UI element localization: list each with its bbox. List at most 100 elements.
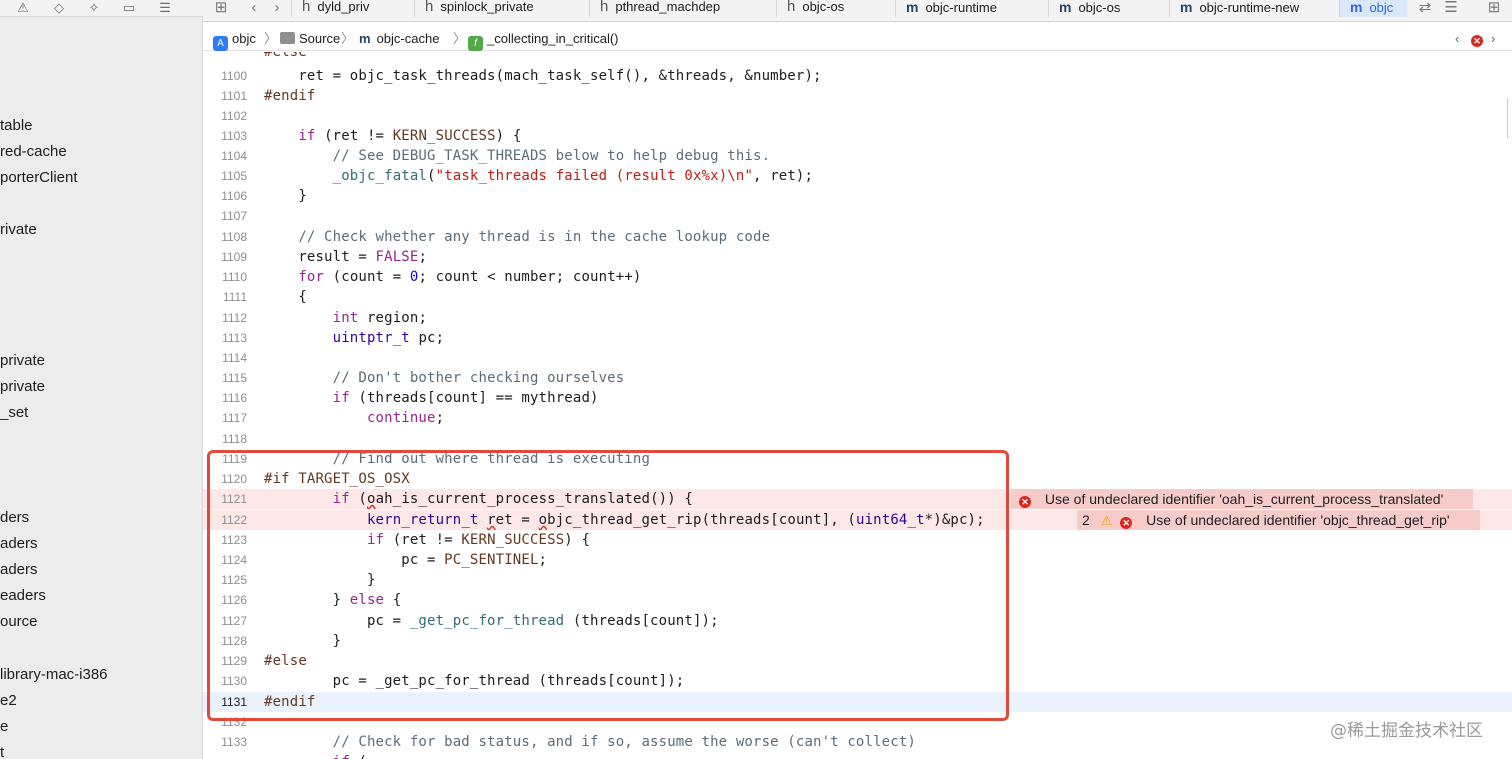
- code-text: #else: [264, 52, 307, 60]
- nav-item[interactable]: private: [0, 377, 45, 397]
- objc-source-icon: m: [1059, 0, 1072, 15]
- code-text: continue;: [366, 410, 445, 426]
- breakpoint-diamond-icon[interactable]: ◇: [51, 1, 67, 15]
- tab-objc-os-m[interactable]: m objc-os: [1048, 0, 1148, 17]
- tab-pthread-machdep[interactable]: h pthread_machdep: [589, 0, 754, 17]
- next-issue-icon[interactable]: ›: [1491, 30, 1495, 47]
- scrollbar[interactable]: [1507, 98, 1512, 138]
- code-text: _objc_fatal("task_threads failed (result…: [332, 168, 814, 184]
- tab-objc-runtime-new[interactable]: m objc-runtime-new: [1169, 0, 1339, 17]
- code-line: 1120 #if TARGET_OS_OSX: [203, 469, 1512, 489]
- code-text: #else: [264, 653, 307, 669]
- error-icon: ✕: [1471, 35, 1483, 47]
- jump-file[interactable]: m objc-cache: [359, 30, 439, 47]
- nav-item[interactable]: porterClient: [0, 168, 78, 188]
- code-text: #if TARGET_OS_OSX: [264, 471, 410, 487]
- line-number: 1105: [221, 169, 247, 183]
- nav-item[interactable]: aders: [0, 560, 38, 580]
- prev-issue-icon[interactable]: ‹: [1455, 30, 1459, 47]
- code-line: 1130 pc = _get_pc_for_thread (threads[co…: [203, 671, 1512, 691]
- jump-bar: Aobjc 〉 Source 〉 m objc-cache 〉 f _collect…: [203, 25, 1512, 51]
- line-number: 1124: [221, 553, 247, 567]
- objc-source-icon: m: [1180, 0, 1193, 15]
- warning-icon[interactable]: ⚠: [15, 1, 31, 15]
- code-line: 1103 if (ret != KERN_SUCCESS) {: [203, 126, 1512, 146]
- nav-item[interactable]: private: [0, 351, 45, 371]
- line-number: 1107: [221, 209, 247, 223]
- code-text: pc = _get_pc_for_thread (threads[count])…: [264, 673, 685, 689]
- code-text: // Don't bother checking ourselves: [264, 370, 625, 386]
- tab-spinlock-private[interactable]: h spinlock_private: [414, 0, 564, 17]
- nav-item[interactable]: e2: [0, 691, 17, 711]
- line-number: 1127: [221, 614, 247, 628]
- header-file-icon: h: [787, 0, 796, 15]
- code-line: 1105 _objc_fatal("task_threads failed (r…: [203, 166, 1512, 186]
- tab-objc-runtime[interactable]: m objc-runtime: [895, 0, 1030, 17]
- jump-function-label: _collecting_in_critical(): [487, 31, 619, 46]
- jump-project[interactable]: Aobjc: [213, 30, 256, 51]
- tab-label: objc: [1369, 0, 1394, 15]
- code-line: 1119 // Find out where thread is executi…: [203, 449, 1512, 469]
- code-line-current: 1131 #endif: [203, 692, 1512, 712]
- code-text: if (oah_is_current_process_translated())…: [332, 491, 693, 507]
- source-editor[interactable]: #else 1100 ret = objc_task_threads(mach_…: [203, 52, 1512, 759]
- nav-item[interactable]: aders: [0, 534, 38, 554]
- line-number: 1116: [222, 391, 247, 405]
- code-line: 1108 // Check whether any thread is in t…: [203, 227, 1512, 247]
- forward-chevron-icon[interactable]: ›: [270, 0, 284, 17]
- code-line: 1112 int region;: [203, 308, 1512, 328]
- add-editor-icon[interactable]: ⊞: [1485, 0, 1503, 17]
- tab-label: dyld_priv: [317, 0, 370, 14]
- line-number: 1108: [221, 230, 247, 244]
- nav-item[interactable]: table: [0, 116, 33, 136]
- nav-item[interactable]: ders: [0, 508, 29, 528]
- nav-item[interactable]: e: [0, 717, 8, 737]
- issue-count: 2: [1082, 512, 1090, 528]
- code-text: if (: [264, 752, 367, 759]
- related-items-icon[interactable]: ⇄: [1416, 0, 1434, 17]
- chevron-right-icon: 〉: [341, 31, 355, 46]
- code-text: pc = _get_pc_for_thread (threads[count])…: [264, 613, 719, 629]
- code-line: 1106 }: [203, 186, 1512, 206]
- line-number: 1128: [221, 634, 247, 648]
- nav-item[interactable]: eaders: [0, 586, 46, 606]
- jump-folder[interactable]: Source: [280, 30, 340, 47]
- tab-label: objc-runtime-new: [1199, 0, 1300, 15]
- jump-project-label: objc: [232, 31, 256, 46]
- line-number: 1132: [221, 715, 247, 729]
- editor-options-icon[interactable]: ☰: [1440, 0, 1462, 17]
- code-line: if (: [203, 752, 1512, 759]
- tab-dyld-priv[interactable]: h dyld_priv: [291, 0, 394, 17]
- line-number: 1101: [221, 89, 247, 103]
- back-chevron-icon[interactable]: ‹: [247, 0, 261, 17]
- error-annotation[interactable]: 2 ⚠ ✕ Use of undeclared identifier 'objc…: [1077, 510, 1480, 530]
- nav-item[interactable]: library-mac-i386: [0, 665, 108, 685]
- grid-icon[interactable]: ⊞: [213, 0, 229, 17]
- line-number: 1131: [221, 695, 247, 709]
- nav-item[interactable]: red-cache: [0, 142, 67, 162]
- nav-item[interactable]: rivate: [0, 220, 37, 240]
- tag-icon[interactable]: ▭: [121, 1, 137, 15]
- line-number: 1129: [221, 654, 247, 668]
- code-line: 1124 pc = PC_SENTINEL;: [203, 550, 1512, 570]
- code-text: result = FALSE;: [264, 249, 428, 265]
- nav-item[interactable]: ource: [0, 612, 38, 632]
- nav-item[interactable]: t: [0, 743, 4, 759]
- issue-indicator[interactable]: ✕: [1471, 30, 1483, 47]
- debug-icon[interactable]: ✧: [86, 1, 102, 15]
- code-line: 1109 result = FALSE;: [203, 247, 1512, 267]
- error-annotation[interactable]: ✕ Use of undeclared identifier 'oah_is_c…: [1011, 489, 1474, 509]
- code-line: 1110 for (count = 0; count < number; cou…: [203, 267, 1512, 287]
- code-line: 1104 // See DEBUG_TASK_THREADS below to …: [203, 146, 1512, 166]
- code-text: if (ret != KERN_SUCCESS) {: [298, 128, 522, 144]
- jump-function[interactable]: f _collecting_in_critical(): [468, 30, 619, 51]
- tab-objc-cache-active[interactable]: m objc: [1339, 0, 1407, 17]
- tab-objc-os-h[interactable]: h objc-os: [776, 0, 876, 17]
- report-icon[interactable]: ☰: [157, 1, 173, 15]
- tab-label: spinlock_private: [440, 0, 534, 14]
- code-text: // Find out where thread is executing: [264, 451, 651, 467]
- nav-item[interactable]: _set: [0, 403, 28, 423]
- chevron-right-icon: 〉: [264, 31, 278, 46]
- code-text: // See DEBUG_TASK_THREADS below to help …: [264, 148, 771, 164]
- tab-label: objc-runtime: [925, 0, 997, 15]
